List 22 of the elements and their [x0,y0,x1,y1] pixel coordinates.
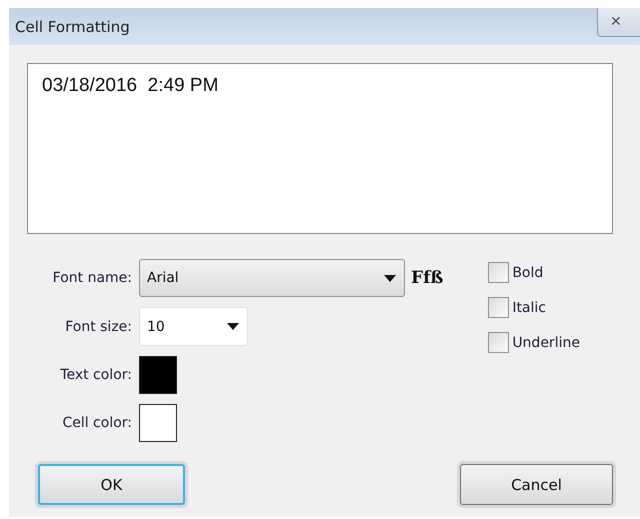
caret-icon [384,274,396,282]
window-title: Cell Formatting [15,18,130,36]
checkbox[interactable] [488,262,510,283]
checkbox-label: Underline [512,334,580,350]
field-label: Cell color: [61,415,132,431]
preview-text: 03/18/2016 2:49 PM [27,63,613,234]
field-label: Text color: [59,367,132,383]
checkbox-label: Italic [512,300,546,316]
color-swatch[interactable] [139,356,177,394]
field-label: Font name: [52,270,132,286]
checkbox[interactable] [488,297,510,318]
caret-icon [227,323,239,330]
dropdown[interactable]: Arial [139,259,405,297]
font-sample: Ffß [411,268,444,288]
color-swatch[interactable] [139,404,177,442]
cancel-button[interactable]: Cancel [460,464,613,505]
checkbox[interactable] [488,332,510,353]
field-label: Font size: [64,318,132,334]
dropdown[interactable]: 10 [139,307,248,346]
close-button[interactable]: ✕ [597,8,640,37]
checkbox-label: Bold [512,264,544,280]
ok-button[interactable]: OK [38,464,185,505]
